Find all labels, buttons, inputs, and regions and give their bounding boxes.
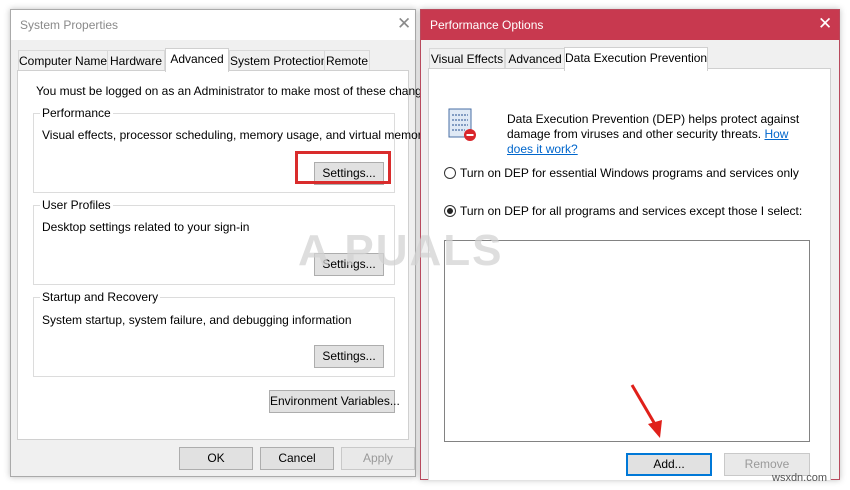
cancel-button[interactable]: Cancel xyxy=(260,447,334,470)
tab-hardware[interactable]: Hardware xyxy=(107,50,165,71)
tab-label: Data Execution Prevention xyxy=(565,51,708,65)
tab-system-protection[interactable]: System Protection xyxy=(229,50,328,71)
startup-settings-button[interactable]: Settings... xyxy=(314,345,384,368)
window-title: Performance Options xyxy=(430,18,544,32)
apply-button[interactable]: Apply xyxy=(341,447,415,470)
group-description: Desktop settings related to your sign-in xyxy=(42,220,250,234)
group-legend: Startup and Recovery xyxy=(40,290,161,304)
tab-remote[interactable]: Remote xyxy=(324,50,370,71)
tab-label: Computer Name xyxy=(19,54,108,68)
tab-label: Visual Effects xyxy=(430,52,504,66)
close-icon[interactable]: ✕ xyxy=(818,14,832,34)
group-legend: User Profiles xyxy=(40,198,113,212)
title-bar[interactable]: Performance Options ✕ xyxy=(421,10,839,40)
dep-description-line2: damage from viruses and other security t… xyxy=(507,127,788,141)
radio-label-all[interactable]: Turn on DEP for all programs and service… xyxy=(460,204,802,218)
dep-description-line1: Data Execution Prevention (DEP) helps pr… xyxy=(507,112,800,126)
tab-label: Advanced xyxy=(170,52,224,66)
highlight-annotation xyxy=(295,151,391,184)
startup-recovery-group: Startup and Recovery System startup, sys… xyxy=(33,290,395,377)
tab-label: Remote xyxy=(325,54,369,68)
dep-shield-icon xyxy=(448,108,476,141)
close-icon[interactable]: ✕ xyxy=(397,14,411,34)
ok-button[interactable]: OK xyxy=(179,447,253,470)
admin-note: You must be logged on as an Administrato… xyxy=(36,84,438,98)
tab-data-execution-prevention[interactable]: Data Execution Prevention xyxy=(564,47,708,71)
window-title: System Properties xyxy=(20,18,119,32)
radio-essential-only[interactable] xyxy=(444,167,456,179)
tab-computer-name[interactable]: Computer Name xyxy=(18,50,108,71)
group-description: Visual effects, processor scheduling, me… xyxy=(42,128,428,142)
how-does-it-work-link[interactable]: does it work? xyxy=(507,142,578,156)
tab-label: Hardware xyxy=(109,54,163,68)
add-button[interactable]: Add... xyxy=(626,453,712,476)
group-description: System startup, system failure, and debu… xyxy=(42,313,352,327)
radio-selected-dot xyxy=(447,208,453,214)
tab-visual-effects[interactable]: Visual Effects xyxy=(429,48,505,69)
environment-variables-button[interactable]: Environment Variables... xyxy=(269,390,400,413)
site-credit: wsxdn.com xyxy=(772,472,828,484)
tab-advanced[interactable]: Advanced xyxy=(505,48,565,69)
how-link[interactable]: How xyxy=(764,127,788,141)
watermark: A PUALS xyxy=(298,226,504,275)
title-bar[interactable]: System Properties ✕ xyxy=(11,10,415,40)
tab-advanced[interactable]: Advanced xyxy=(165,48,229,72)
arrow-annotation-icon xyxy=(630,384,662,438)
radio-all-programs[interactable] xyxy=(444,205,456,217)
description-text: damage from viruses and other security t… xyxy=(507,127,762,141)
tab-label: System Protection xyxy=(230,54,328,68)
tab-label: Advanced xyxy=(508,52,562,66)
radio-label-essential[interactable]: Turn on DEP for essential Windows progra… xyxy=(460,166,799,180)
group-legend: Performance xyxy=(40,106,113,120)
